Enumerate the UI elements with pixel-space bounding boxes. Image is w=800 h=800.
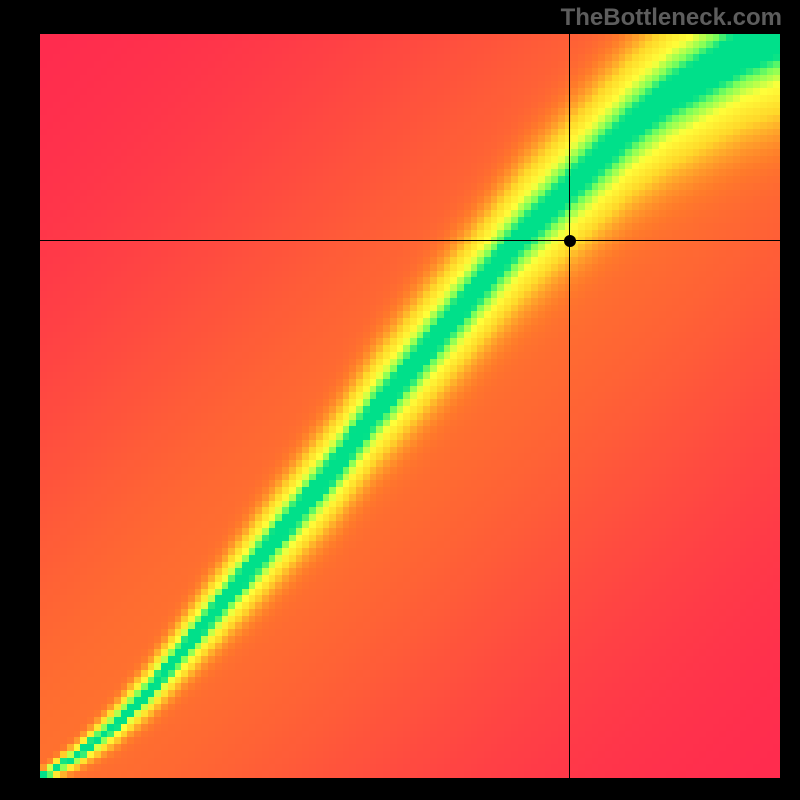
marker-point bbox=[564, 235, 576, 247]
heatmap-canvas bbox=[40, 34, 780, 778]
crosshair-vertical bbox=[569, 34, 570, 778]
watermark-text: TheBottleneck.com bbox=[561, 4, 782, 32]
crosshair-horizontal bbox=[40, 240, 780, 241]
